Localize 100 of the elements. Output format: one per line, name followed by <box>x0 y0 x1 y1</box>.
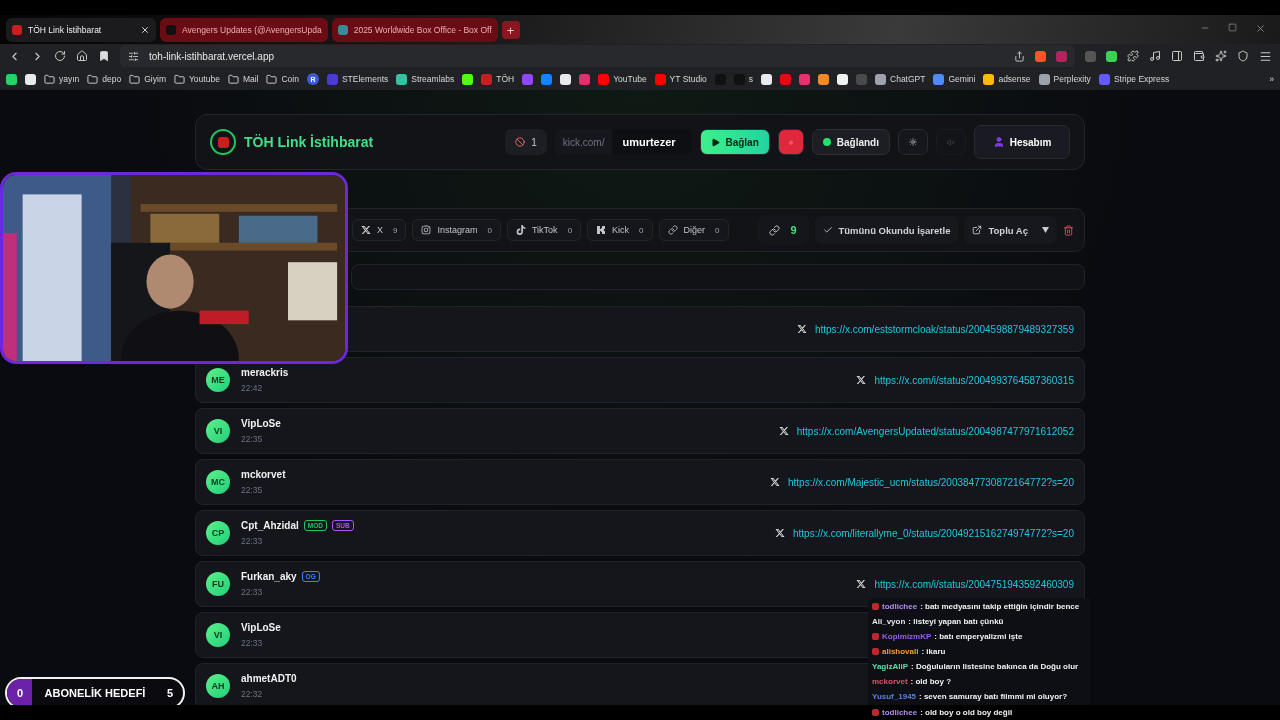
site-icon[interactable] <box>818 73 830 85</box>
power-button[interactable] <box>777 129 804 155</box>
bookmark-link[interactable]: s <box>748 74 754 84</box>
bookmark-link[interactable]: TÖH <box>496 74 515 84</box>
site-icon[interactable] <box>462 73 474 85</box>
address-bar[interactable]: toh-link-istihbarat.vercel.app <box>120 45 1075 67</box>
site-icon[interactable] <box>1038 73 1050 85</box>
folder-icon[interactable] <box>266 73 278 85</box>
blocked-count[interactable]: 1 <box>505 129 547 155</box>
post-link[interactable]: https://x.com/AvengersUpdated/status/2004987477971612052 <box>796 425 1074 437</box>
user-avatar: MC <box>206 470 230 494</box>
bookmark-link[interactable]: Coin <box>281 74 299 84</box>
search-field[interactable] <box>351 264 1085 290</box>
trash-icon[interactable] <box>1063 224 1074 236</box>
bookmark-link[interactable]: YT Studio <box>669 74 707 84</box>
link-count: 9 <box>757 215 809 245</box>
platform-filter[interactable]: X 9 <box>352 219 407 241</box>
extension-icon[interactable] <box>1106 50 1117 62</box>
link-icon <box>667 225 678 235</box>
post-link[interactable]: https://x.com/Majestic_ucm/status/2003847730872164772?s=20 <box>787 476 1074 488</box>
bookmark-link[interactable]: Giyim <box>144 74 166 84</box>
chat-message: todlichee : batı medyasını takip ettiğin içindir bence <box>872 600 1086 614</box>
site-icon[interactable] <box>560 73 572 85</box>
mark-all-read-button[interactable]: Tümünü Okundu İşaretle <box>814 216 959 244</box>
home-icon[interactable] <box>76 50 88 62</box>
user-avatar: VI <box>206 623 230 647</box>
site-icon[interactable] <box>396 73 408 85</box>
folder-icon[interactable] <box>44 73 55 85</box>
bookmark-link[interactable]: YouTube <box>613 74 647 84</box>
browser-tab[interactable]: 2025 Worldwide Box Office - Box Off <box>331 18 498 42</box>
user-avatar: CP <box>206 521 230 545</box>
username: Cpt_Ahzidal <box>241 520 299 531</box>
menu-icon[interactable] <box>1259 49 1272 63</box>
user-avatar: ME <box>206 368 230 392</box>
folder-icon[interactable] <box>129 73 141 85</box>
browser-tab[interactable]: Avengers Updates (@AvengersUpda <box>160 18 328 42</box>
bookmark-icon[interactable] <box>98 50 110 62</box>
maximize-icon[interactable] <box>1228 23 1237 32</box>
bookmark-link[interactable]: Gemini <box>948 74 976 84</box>
logo-icon <box>210 129 236 155</box>
folder-icon[interactable] <box>87 73 99 85</box>
ban-icon <box>515 137 526 147</box>
bookmark-link[interactable]: depo <box>102 74 122 84</box>
browser-tab[interactable]: TÖH Link İstihbarat <box>6 18 156 42</box>
chat-message: Yusuf_1945 : seven samuray batı filmmi mi oluyor? <box>872 690 1069 703</box>
new-tab-button[interactable]: + <box>501 21 520 39</box>
sparkles-icon[interactable] <box>1215 50 1227 62</box>
bookmark-link[interactable]: Youtube <box>189 74 220 84</box>
x-logo-icon <box>856 579 867 589</box>
chat-message: Ali_vyon : listeyi yapan batı çünkü <box>872 616 1005 629</box>
share-icon[interactable] <box>1014 50 1025 62</box>
user-avatar: AH <box>206 674 230 698</box>
bulk-open-button[interactable]: Toplu Aç <box>964 216 1057 244</box>
goal-current: 0 <box>17 687 24 699</box>
account-button[interactable]: Hesabım <box>974 125 1070 159</box>
platform-filter[interactable]: TikTok 0 <box>506 219 582 241</box>
folder-icon[interactable] <box>227 73 239 85</box>
site-icon[interactable] <box>6 73 17 85</box>
site-icon[interactable] <box>837 73 849 85</box>
bookmark-link[interactable]: Stripe Express <box>1113 74 1170 84</box>
music-icon[interactable] <box>1149 50 1161 62</box>
post-link[interactable]: https://x.com/i/status/2004993764587360315 <box>874 374 1074 386</box>
bookmark-link[interactable]: Mail <box>242 74 259 84</box>
kick-logo-icon <box>596 225 607 235</box>
post-link[interactable]: https://x.com/literallyme_0/status/2004921516274974772?s=20 <box>792 527 1074 539</box>
platform-filter[interactable]: Diğer 0 <box>658 219 729 241</box>
channel-field[interactable]: umurtezer <box>612 129 693 155</box>
site-icon[interactable] <box>25 73 36 85</box>
reload-icon[interactable] <box>54 50 66 62</box>
chat-message: mckorvet : old boy ? <box>872 675 952 688</box>
goal-label: ABONELİK HEDEFİ <box>44 687 146 699</box>
post-link[interactable]: https://x.com/i/status/2004751943592460309 <box>874 578 1074 590</box>
message-time: 22:42 <box>241 383 264 393</box>
site-icon[interactable] <box>761 73 773 85</box>
folder-icon[interactable] <box>174 73 185 85</box>
platform-filter[interactable]: Kick 0 <box>587 219 653 241</box>
app-title: TÖH Link İstihbarat <box>244 134 374 150</box>
bookmark-link[interactable]: Streamlabs <box>411 74 455 84</box>
bookmark-link[interactable]: yayın <box>59 74 80 84</box>
connect-button[interactable]: Bağlan <box>700 129 770 155</box>
sliders-icon[interactable] <box>128 50 139 62</box>
post-link[interactable]: https://x.com/eststormcloak/status/2004598879489327359 <box>814 323 1074 335</box>
close-icon[interactable] <box>140 25 150 35</box>
bookmark-link[interactable]: STElements <box>341 74 389 84</box>
chat-message: KopimizmKP : batı emperyalizmi işte <box>872 629 1086 644</box>
site-icon[interactable] <box>983 73 995 85</box>
platform-filter[interactable]: Instagram 0 <box>412 219 501 241</box>
more-bookmarks-button[interactable]: » <box>1269 74 1274 84</box>
sidebar-icon[interactable] <box>1171 50 1183 62</box>
puzzle-icon[interactable] <box>1127 50 1139 62</box>
bookmark-link[interactable]: adsense <box>998 74 1031 84</box>
chat-message: todlichee : old boy o old boy değil <box>872 705 1013 719</box>
user-avatar: FU <box>206 572 230 596</box>
wallet-icon[interactable] <box>1193 50 1205 62</box>
site-icon[interactable] <box>875 73 887 85</box>
bookmark-link[interactable]: ChatGPT <box>890 74 926 84</box>
caret-icon <box>1042 227 1049 233</box>
play-icon <box>711 137 721 147</box>
url-text: toh-link-istihbarat.vercel.app <box>149 50 275 62</box>
bookmark-link[interactable]: Perplexity <box>1053 74 1091 84</box>
